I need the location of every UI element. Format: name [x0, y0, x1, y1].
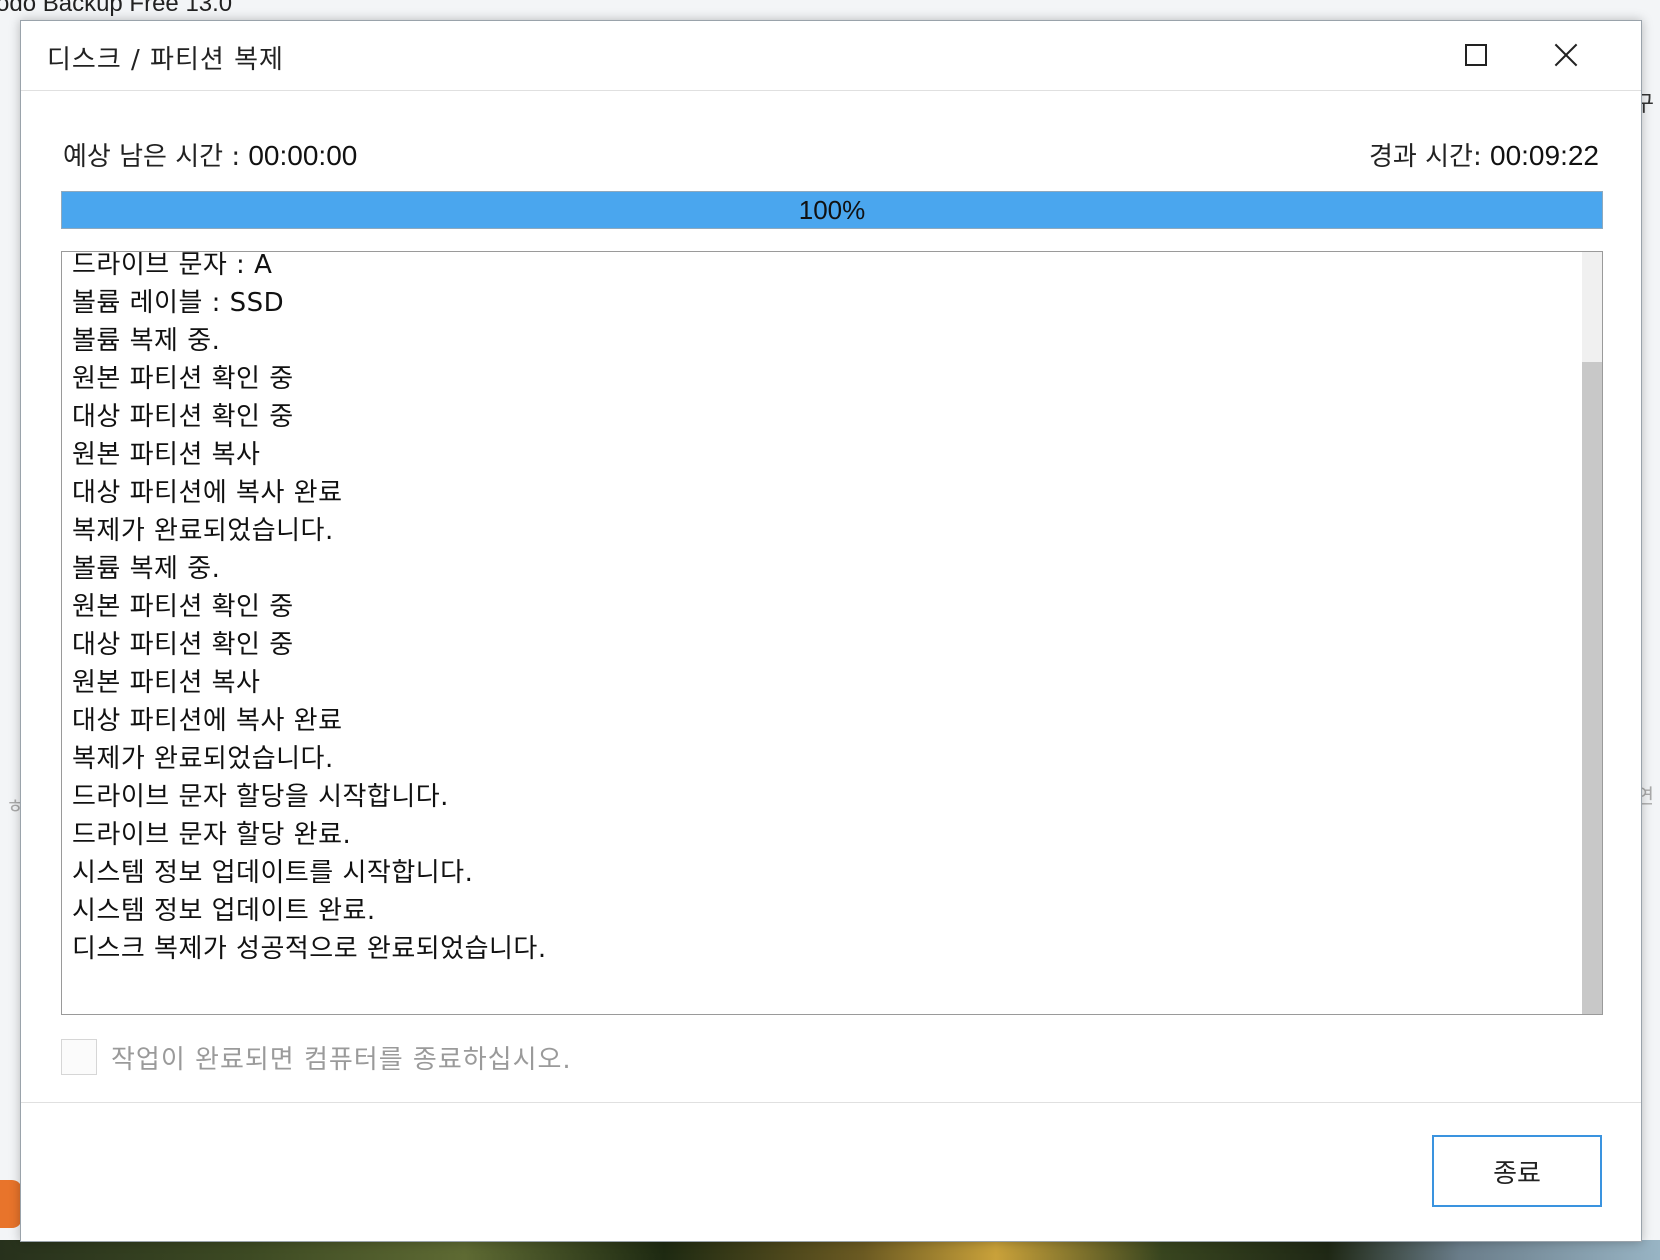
log-line: 대상 파티션에 복사 완료 — [72, 706, 343, 736]
log-scroll-thumb[interactable] — [1582, 362, 1602, 1014]
remaining-time-label: 예상 남은 시간 : — [63, 142, 249, 172]
log-line: 원본 파티션 복사 — [72, 668, 261, 698]
log-line: 디스크 복제가 성공적으로 완료되었습니다. — [72, 934, 547, 964]
dialog-title: 디스크 / 파티션 복제 — [47, 45, 284, 75]
log-line: 드라이브 문자 할당을 시작합니다. — [72, 782, 449, 812]
progress-bar: 100% — [61, 191, 1603, 229]
remaining-time-value: 00:00:00 — [248, 140, 358, 171]
log-line: 드라이브 문자 할당 완료. — [72, 820, 352, 850]
log-line: 드라이브 문자 : A — [72, 251, 273, 280]
log-line: 볼륨 복제 중. — [72, 326, 221, 356]
background-app-title: odo Backup Free 13.0 — [0, 0, 233, 17]
clone-progress-dialog: 디스크 / 파티션 복제 예상 남은 시간 : 00:00:00 경과 시간: … — [20, 20, 1642, 1242]
log-line: 대상 파티션 확인 중 — [72, 630, 294, 660]
log-line: 볼륨 복제 중. — [72, 554, 221, 584]
close-window-button[interactable] — [1546, 35, 1586, 75]
log-line: 시스템 정보 업데이트 완료. — [72, 896, 376, 926]
desktop-wallpaper-strip — [0, 1240, 1660, 1260]
log-line: 원본 파티션 확인 중 — [72, 592, 294, 622]
elapsed-time: 경과 시간: 00:09:22 — [1369, 136, 1599, 173]
shutdown-option: 작업이 완료되면 컴퓨터를 종료하십시오. — [61, 1039, 572, 1075]
footer-divider — [21, 1102, 1641, 1103]
log-line: 원본 파티션 복사 — [72, 440, 261, 470]
log-line: 복제가 완료되었습니다. — [72, 744, 334, 774]
background-orange-tab — [0, 1180, 22, 1228]
maximize-button[interactable] — [1456, 35, 1496, 75]
log-line: 대상 파티션에 복사 완료 — [72, 478, 343, 508]
log-list: 드라이브 문자 : A 볼륨 레이블 : SSD 볼륨 복제 중. 원본 파티션 확인… — [72, 251, 547, 968]
log-line: 볼륨 레이블 : SSD — [72, 288, 285, 318]
dialog-titlebar: 디스크 / 파티션 복제 — [21, 21, 1641, 91]
maximize-icon — [1465, 44, 1487, 66]
elapsed-time-value: 00:09:22 — [1490, 140, 1599, 171]
close-icon — [1554, 43, 1578, 67]
log-line: 대상 파티션 확인 중 — [72, 402, 294, 432]
finish-button[interactable]: 종료 — [1432, 1135, 1602, 1207]
elapsed-time-label: 경과 시간: — [1369, 142, 1490, 172]
log-scrollbar[interactable] — [1582, 252, 1602, 1014]
log-line: 시스템 정보 업데이트를 시작합니다. — [72, 858, 474, 888]
operation-log[interactable]: 드라이브 문자 : A 볼륨 레이블 : SSD 볼륨 복제 중. 원본 파티션 확인… — [61, 251, 1603, 1015]
shutdown-checkbox[interactable] — [61, 1039, 97, 1075]
log-line: 원본 파티션 확인 중 — [72, 364, 294, 394]
log-line: 복제가 완료되었습니다. — [72, 516, 334, 546]
remaining-time: 예상 남은 시간 : 00:00:00 — [63, 136, 357, 173]
progress-percent-label: 100% — [798, 195, 866, 225]
shutdown-checkbox-label: 작업이 완료되면 컴퓨터를 종료하십시오. — [111, 1044, 572, 1075]
